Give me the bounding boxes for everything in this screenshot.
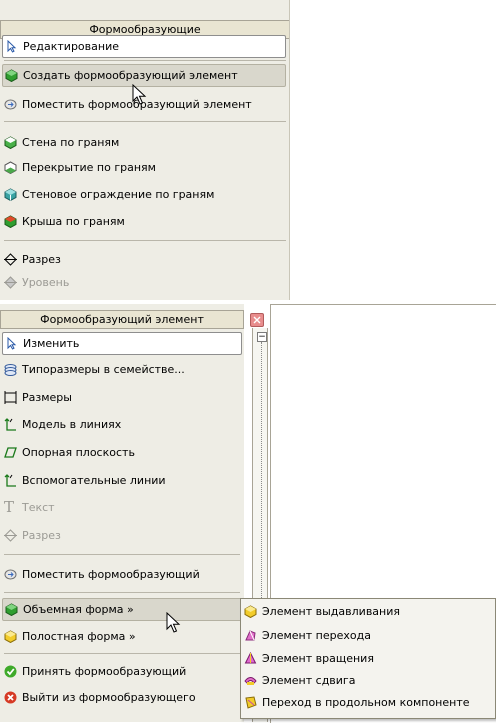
- void-form-menu[interactable]: Полостная форма »: [2, 626, 136, 647]
- reference-lines-icon: [4, 474, 16, 487]
- separator: [4, 592, 240, 593]
- tree-expander[interactable]: −: [257, 332, 267, 342]
- section-icon: [4, 253, 17, 266]
- modify-tool[interactable]: Изменить: [2, 332, 242, 355]
- bottom-panel-title: Формообразующий элемент: [0, 310, 244, 329]
- floor-face-icon: [4, 161, 17, 174]
- cancel-form[interactable]: Выйти из формообразующего: [2, 687, 196, 708]
- reference-plane-icon: [4, 447, 17, 458]
- arrow-cursor-icon: [7, 40, 17, 53]
- blend-icon: [245, 630, 256, 641]
- extrusion-icon: [244, 605, 257, 618]
- floor-by-face[interactable]: Перекрытие по граням: [2, 157, 156, 178]
- wall-face-icon: [4, 136, 17, 149]
- model-lines[interactable]: Модель в линиях: [2, 414, 121, 435]
- reference-lines[interactable]: Вспомогательные линии: [2, 470, 166, 491]
- wall-by-face[interactable]: Стена по граням: [2, 132, 119, 153]
- level-tool[interactable]: Уровень: [2, 272, 69, 293]
- separator: [4, 240, 286, 241]
- text-tool[interactable]: T Текст: [2, 497, 55, 518]
- separator: [4, 60, 286, 61]
- separator: [4, 554, 240, 555]
- top-panel: Формообразующие Редактирование Создать ф…: [0, 0, 290, 300]
- green-cube-icon: [5, 69, 18, 82]
- mouse-cursor-icon: [132, 84, 147, 105]
- swept-blend-icon: [245, 696, 257, 709]
- sweep-item[interactable]: Элемент сдвига: [242, 670, 355, 691]
- revolve-item[interactable]: Элемент вращения: [242, 648, 374, 669]
- section-tool-disabled[interactable]: Разрез: [2, 525, 61, 546]
- curtain-system-icon: [4, 188, 17, 201]
- mouse-cursor-icon: [166, 612, 181, 633]
- extrusion-item[interactable]: Элемент выдавливания: [242, 601, 400, 622]
- section-tool[interactable]: Разрез: [2, 249, 61, 270]
- close-icon: [253, 316, 261, 324]
- place-element-icon: [4, 99, 17, 110]
- family-types[interactable]: Типоразмеры в семействе...: [2, 359, 185, 380]
- cancel-icon: [4, 691, 17, 704]
- model-lines-icon: [4, 418, 16, 431]
- blend-item[interactable]: Элемент перехода: [242, 625, 371, 646]
- swept-blend-item[interactable]: Переход в продольном компоненте: [242, 692, 470, 713]
- void-form-icon: [4, 630, 17, 643]
- revolve-icon: [244, 652, 257, 664]
- text-icon: T: [4, 498, 15, 516]
- roof-face-icon: [4, 215, 17, 228]
- edit-tool[interactable]: Редактирование: [2, 35, 286, 58]
- separator: [4, 653, 240, 654]
- finish-form[interactable]: Принять формообразующий: [2, 661, 186, 682]
- level-icon: [4, 276, 17, 289]
- dimension-icon: [4, 391, 17, 404]
- curtain-system-by-face[interactable]: Стеновое ограждение по граням: [2, 184, 214, 205]
- top-panel-border: [289, 0, 290, 300]
- place-element-icon: [4, 569, 17, 580]
- separator: [4, 121, 286, 122]
- solid-form-icon: [5, 603, 18, 616]
- reference-plane[interactable]: Опорная плоскость: [2, 442, 135, 463]
- place-form-element-2[interactable]: Поместить формообразующий: [2, 564, 200, 585]
- place-form-element[interactable]: Поместить формообразующий элемент: [2, 94, 252, 115]
- solid-form-menu[interactable]: Объемная форма »: [2, 598, 242, 621]
- checkmark-icon: [4, 665, 17, 678]
- bottom-panel: Формообразующий элемент Изменить Типораз…: [0, 304, 244, 722]
- close-button[interactable]: [250, 313, 264, 327]
- section-icon: [4, 529, 17, 542]
- roof-by-face[interactable]: Крыша по граням: [2, 211, 125, 232]
- solid-form-submenu: Элемент выдавливания Элемент перехода Эл…: [240, 598, 496, 719]
- sweep-icon: [244, 677, 257, 685]
- dimensions-tool[interactable]: Размеры: [2, 387, 72, 408]
- family-types-icon: [4, 364, 17, 376]
- arrow-cursor-icon: [7, 337, 17, 350]
